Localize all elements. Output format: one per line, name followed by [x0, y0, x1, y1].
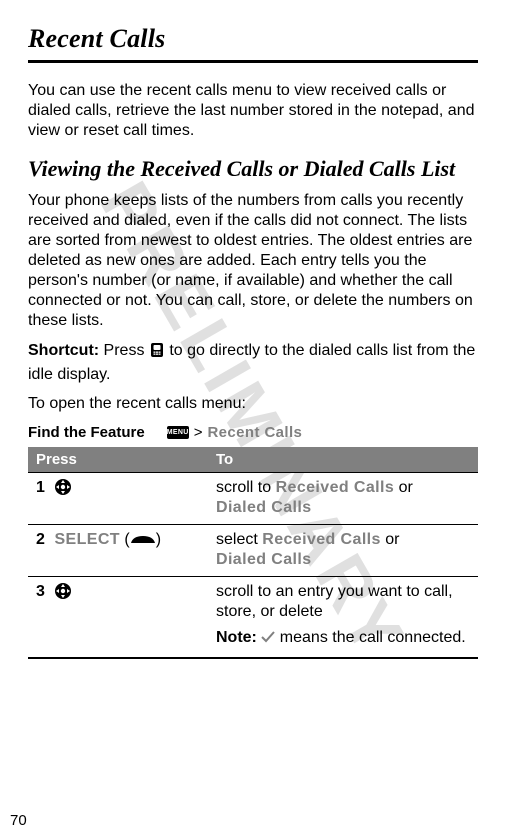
find-feature-label: Find the Feature: [28, 424, 145, 441]
section-heading: Viewing the Received Calls or Dialed Cal…: [28, 157, 478, 181]
find-feature-path: MENU > Recent Calls: [167, 424, 303, 441]
select-label: SELECT: [54, 531, 120, 548]
table-bottom-rule: [28, 657, 478, 659]
find-feature-row: Find the Feature MENU > Recent Calls: [28, 424, 478, 441]
table-header-press: Press: [28, 447, 208, 473]
table-row: 1 scroll to Received Calls or Dialed Cal…: [28, 472, 478, 524]
table-note-row: Note: means the call connected.: [28, 628, 478, 655]
intro-paragraph: You can use the recent calls menu to vie…: [28, 81, 478, 141]
to-cell: scroll to Received Calls or Dialed Calls: [208, 472, 478, 524]
to-join: or: [394, 479, 413, 496]
step-number: 1: [36, 478, 50, 498]
shortcut-paragraph: Shortcut: Press to go directly to the di…: [28, 341, 478, 386]
paren-close: ): [156, 531, 161, 548]
to-prefix: scroll to: [216, 479, 276, 496]
press-cell: 2 SELECT (): [28, 524, 208, 576]
send-key-icon: [149, 342, 165, 365]
to-option-1: Received Calls: [276, 479, 395, 496]
to-option-1: Received Calls: [262, 531, 381, 548]
press-cell: 1: [28, 472, 208, 524]
press-cell: 3: [28, 576, 208, 628]
softkey-icon: [130, 531, 156, 551]
to-join: or: [381, 531, 400, 548]
instructions-table: Press To 1 scroll to Received Calls or D…: [28, 447, 478, 655]
shortcut-label: Shortcut:: [28, 342, 99, 359]
page-title: Recent Calls: [28, 24, 478, 54]
four-way-nav-icon: [54, 582, 72, 606]
step-number: 2: [36, 530, 50, 550]
section-body: Your phone keeps lists of the numbers fr…: [28, 191, 478, 331]
note-label: Note:: [216, 629, 257, 646]
table-row: 2 SELECT () select Received Calls or Dia…: [28, 524, 478, 576]
check-icon: [261, 629, 275, 649]
step-number: 3: [36, 582, 50, 602]
four-way-nav-icon: [54, 478, 72, 502]
paren-open: (: [120, 531, 130, 548]
to-option-2: Dialed Calls: [216, 551, 312, 568]
find-feature-target: Recent Calls: [207, 424, 302, 441]
note-after: means the call connected.: [275, 629, 465, 646]
find-feature-sep: >: [194, 424, 203, 441]
table-row: 3 scroll to an entry you want to call, s…: [28, 576, 478, 628]
to-cell: scroll to an entry you want to call, sto…: [208, 576, 478, 628]
open-menu-line: To open the recent calls menu:: [28, 394, 478, 414]
to-option-2: Dialed Calls: [216, 499, 312, 516]
menu-key-icon: MENU: [167, 426, 189, 439]
note-cell: Note: means the call connected.: [208, 628, 478, 655]
page-number: 70: [10, 812, 27, 829]
to-cell: select Received Calls or Dialed Calls: [208, 524, 478, 576]
to-prefix: select: [216, 531, 262, 548]
empty-cell: [28, 628, 208, 655]
shortcut-before: Press: [99, 342, 149, 359]
table-header-to: To: [208, 447, 478, 473]
title-divider: [28, 60, 478, 63]
table-header-row: Press To: [28, 447, 478, 473]
